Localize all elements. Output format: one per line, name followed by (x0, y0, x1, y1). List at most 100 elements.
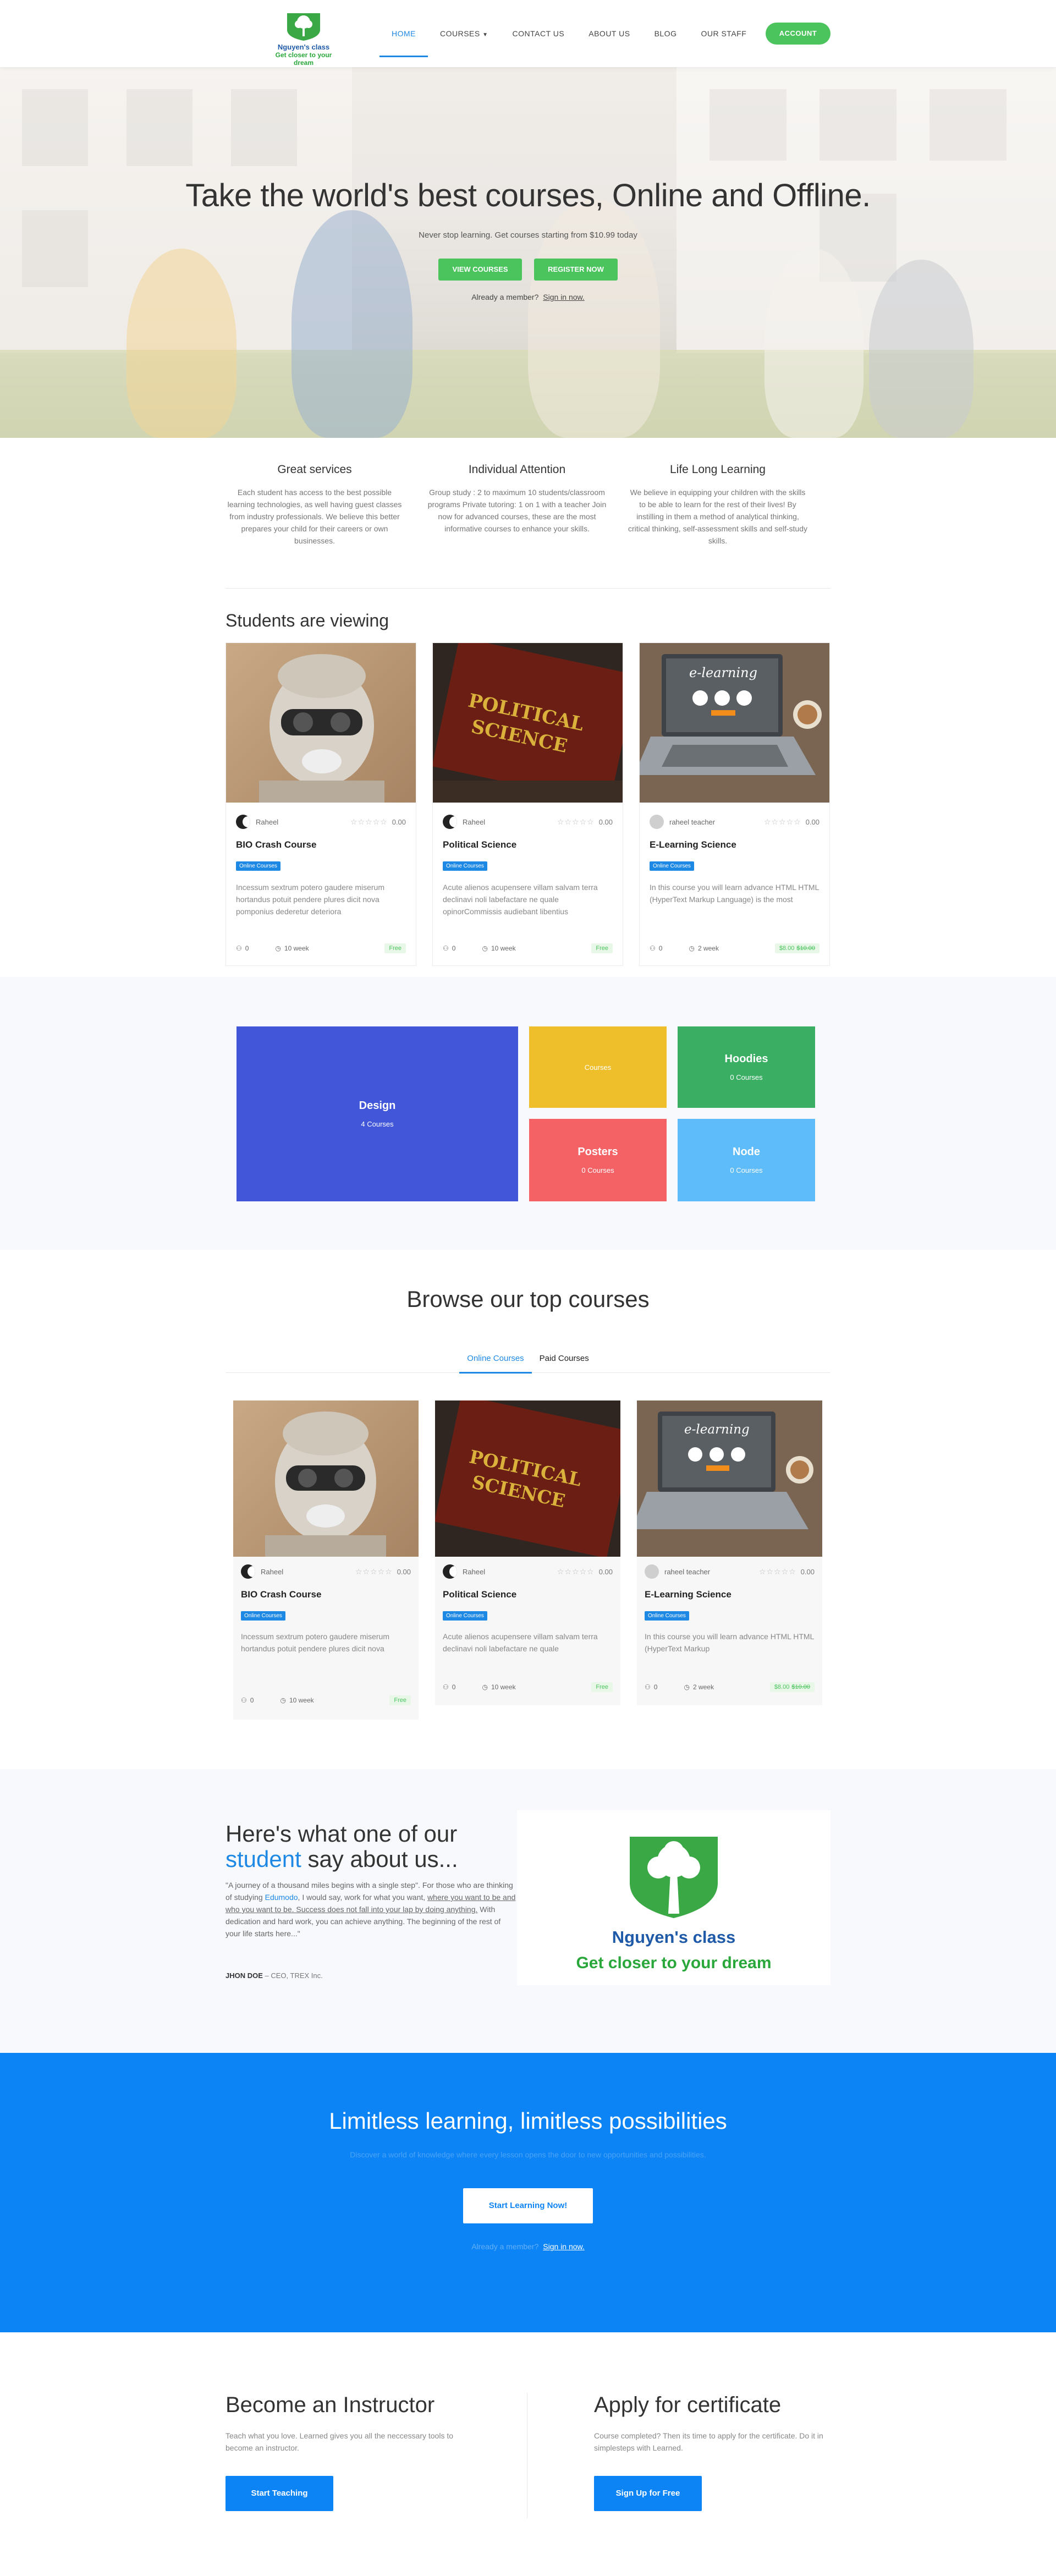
author-role: – CEO, TREX Inc. (262, 1971, 323, 1980)
political-science-book-image: POLITICAL SCIENCE (433, 643, 623, 803)
start-teaching-button[interactable]: Start Teaching (226, 2476, 333, 2511)
students-icon: ⚇ (443, 1683, 449, 1691)
category-unnamed[interactable]: Courses (529, 1026, 667, 1108)
certificate-column: Apply for certificate Course completed? … (594, 2393, 836, 2511)
nav-contact-us[interactable]: CONTACT US (501, 0, 577, 67)
rating-stars-icon: ☆☆☆☆☆ (763, 817, 801, 826)
section-divider (226, 588, 831, 589)
course-thumbnail-political-science: POLITICAL SCIENCE (435, 1400, 620, 1557)
nav-about-us[interactable]: ABOUT US (576, 0, 642, 67)
price-current: Free (596, 945, 608, 952)
start-learning-button[interactable]: Start Learning Now! (463, 2188, 593, 2223)
member-prompt: Already a member? (471, 2242, 539, 2251)
top-course-card-bio[interactable]: Raheel ☆☆☆☆☆ 0.00 BIO Crash Course Onlin… (233, 1400, 419, 1720)
course-title[interactable]: E-Learning Science (645, 1589, 732, 1600)
students-icon: ⚇ (443, 944, 449, 952)
course-rating: 0.00 (805, 817, 820, 826)
category-count: 4 Courses (361, 1120, 394, 1128)
signin-link[interactable]: Sign in now. (543, 2242, 585, 2251)
category-posters[interactable]: Posters 0 Courses (529, 1119, 667, 1201)
site-logo[interactable]: Nguyen's class Get closer to your dream (265, 11, 342, 67)
feature-life-long-learning: Life Long Learning We believe in equippi… (627, 463, 809, 547)
svg-text:e-learning: e-learning (684, 1422, 750, 1437)
author-name: JHON DOE (226, 1971, 263, 1980)
nav-courses[interactable]: COURSES ▼ (428, 0, 501, 67)
nav-blog[interactable]: BLOG (642, 0, 689, 67)
category-name: Posters (578, 1146, 618, 1158)
logo-tagline-large: Get closer to your dream (576, 1954, 772, 1972)
students-icon: ⚇ (241, 1696, 247, 1704)
category-hoodies[interactable]: Hoodies 0 Courses (678, 1026, 815, 1108)
course-description: In this course you will learn advance HT… (645, 1632, 814, 1653)
course-thumbnail-bio (226, 643, 416, 803)
tab-paid-courses[interactable]: Paid Courses (532, 1348, 597, 1373)
member-prompt: Already a member? (471, 293, 539, 301)
course-title[interactable]: Political Science (443, 839, 516, 850)
signin-link[interactable]: Sign in now. (543, 293, 585, 301)
top-course-card-e-learning[interactable]: e-learning raheel teacher ☆☆☆☆☆ 0.00 E-L… (637, 1400, 822, 1705)
course-description: Incessum sextrum potero gaudere miserum … (241, 1632, 389, 1653)
rating-stars-icon: ☆☆☆☆☆ (557, 817, 595, 826)
course-price: Free (384, 943, 406, 953)
logo-name-large: Nguyen's class (612, 1927, 736, 1947)
nav-our-staff[interactable]: OUR STAFF (689, 0, 758, 67)
card-meta: Raheel ☆☆☆☆☆ 0.00 (443, 1564, 613, 1579)
top-courses-heading: Browse our top courses (406, 1286, 650, 1312)
card-footer: ⚇ 0 ◷ 10 week Free (443, 943, 613, 953)
tab-online-courses[interactable]: Online Courses (459, 1348, 532, 1374)
feature-text: Group study : 2 to maximum 10 students/c… (427, 488, 607, 533)
view-courses-button[interactable]: VIEW COURSES (438, 259, 522, 281)
top-course-card-political-science[interactable]: POLITICAL SCIENCE Raheel ☆☆☆☆☆ 0.00 Poli… (435, 1400, 620, 1705)
logo-name: Nguyen's class (277, 43, 330, 51)
testimonial-heading-highlight: student (226, 1846, 301, 1872)
svg-text:e-learning: e-learning (689, 665, 757, 680)
course-duration: 10 week (491, 1683, 516, 1691)
course-badge: Online Courses (645, 1611, 689, 1621)
student-count: 0 (658, 944, 663, 952)
hero-title: Take the world's best courses, Online an… (185, 178, 871, 213)
course-title[interactable]: BIO Crash Course (241, 1589, 321, 1600)
card-footer: ⚇ 0 ◷ 10 week Free (241, 1695, 411, 1705)
course-price: Free (591, 1682, 613, 1692)
student-count: 0 (245, 944, 249, 952)
card-footer: ⚇ 0 ◷ 10 week Free (236, 943, 406, 953)
course-price: Free (389, 1695, 411, 1705)
clock-icon: ◷ (482, 944, 488, 952)
cta-title: Limitless learning, limitless possibilit… (329, 2108, 727, 2134)
category-design[interactable]: Design 4 Courses (237, 1026, 518, 1201)
course-author: raheel teacher (669, 817, 716, 826)
course-title[interactable]: E-Learning Science (650, 839, 736, 850)
feature-great-services: Great services Each student has access t… (224, 463, 405, 547)
category-name: Node (733, 1146, 760, 1158)
course-duration: 10 week (289, 1696, 314, 1704)
course-description: Incessum sextrum potero gaudere miserum … (236, 883, 384, 916)
testimonial-section: Here's what one of our student say about… (0, 1769, 1056, 2053)
site-header: Nguyen's class Get closer to your dream … (0, 0, 1056, 67)
price-old: $10.00 (796, 945, 815, 952)
tree-logo-icon (287, 13, 320, 41)
course-card-bio[interactable]: Raheel ☆☆☆☆☆ 0.00 BIO Crash Course Onlin… (226, 642, 416, 966)
category-count: 0 Courses (730, 1073, 763, 1081)
account-button[interactable]: ACCOUNT (766, 23, 831, 45)
clock-icon: ◷ (684, 1683, 690, 1691)
course-card-e-learning[interactable]: e-learning raheel teacher ☆☆☆☆☆ 0.00 E-L… (639, 642, 830, 966)
course-thumbnail-e-learning: e-learning (637, 1400, 822, 1557)
course-thumbnail-e-learning: e-learning (640, 643, 829, 803)
sign-up-free-button[interactable]: Sign Up for Free (594, 2476, 702, 2511)
category-node[interactable]: Node 0 Courses (678, 1119, 815, 1201)
register-now-button[interactable]: REGISTER NOW (534, 259, 618, 281)
rating-stars-icon: ☆☆☆☆☆ (355, 1567, 393, 1576)
hazmat-person-image (259, 654, 384, 803)
course-title[interactable]: Political Science (443, 1589, 516, 1600)
course-card-political-science[interactable]: POLITICAL SCIENCE Raheel ☆☆☆☆☆ 0.00 Poli… (432, 642, 623, 966)
nav-home[interactable]: HOME (380, 0, 428, 67)
cta-section: Limitless learning, limitless possibilit… (0, 2053, 1056, 2332)
brand-link[interactable]: Edumodo (265, 1893, 298, 1902)
avatar (650, 815, 664, 829)
e-learning-laptop-image: e-learning (640, 643, 829, 803)
certificate-text: Course completed? Then its time to apply… (594, 2431, 823, 2452)
course-title[interactable]: BIO Crash Course (236, 839, 316, 850)
logo-tagline: Get closer to your dream (275, 51, 332, 67)
nav-courses-label: COURSES (440, 29, 480, 38)
card-footer: ⚇ 0 ◷ 2 week $8.00 $10.00 (645, 1682, 815, 1692)
